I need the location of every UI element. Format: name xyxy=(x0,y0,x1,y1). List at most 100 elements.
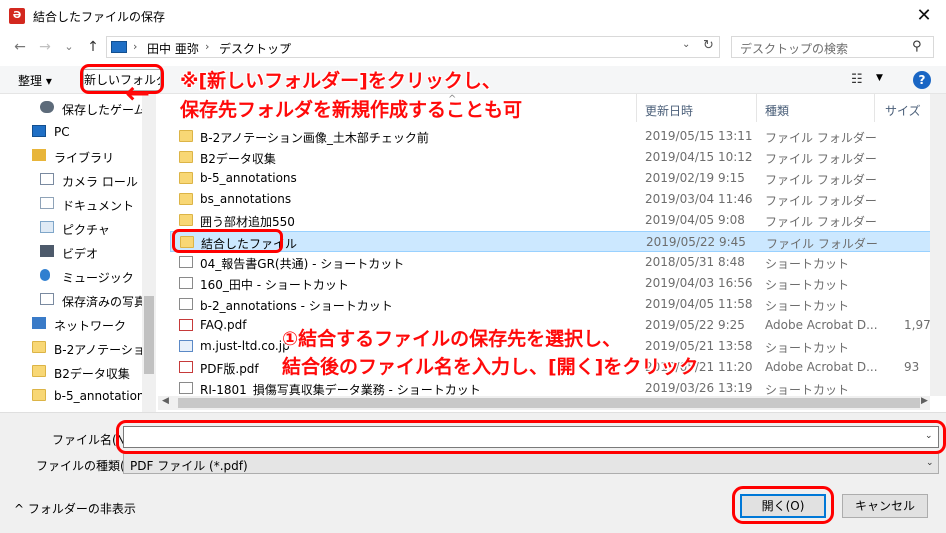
annotation-ring-selected-folder xyxy=(172,229,283,253)
file-type: ファイル フォルダー xyxy=(766,237,878,251)
sidebar-item-label: ビデオ xyxy=(62,247,99,261)
folder-icon xyxy=(179,193,193,205)
sidebar-item-label: B2データ収集 xyxy=(54,367,130,381)
hide-folders-toggle[interactable]: ^ フォルダーの非表示 xyxy=(14,500,136,517)
file-name: 04_報告書GR(共通) - ショートカット xyxy=(200,257,405,271)
file-row[interactable]: 結合したファイル 2019/05/22 9:45 ファイル フォルダー xyxy=(170,231,946,252)
sidebar-item-documents[interactable]: ドキュメント xyxy=(0,192,145,216)
scroll-left-icon[interactable]: ◀ xyxy=(162,396,169,406)
title-bar: Ə 結合したファイルの保存 ✕ xyxy=(0,0,946,32)
sidebar-item-library[interactable]: ライブラリ xyxy=(0,144,145,168)
navigation-scrollbar-thumb[interactable] xyxy=(144,296,154,374)
shortcut-icon xyxy=(179,382,193,394)
back-arrow-icon[interactable]: ← xyxy=(11,38,29,56)
videos-icon xyxy=(40,245,54,257)
file-date: 2019/02/19 9:15 xyxy=(645,171,745,185)
column-header-date[interactable]: 更新日時 xyxy=(645,102,693,119)
folder-icon xyxy=(179,172,193,184)
file-type: ショートカット xyxy=(765,341,850,355)
sidebar-item-label: ピクチャ xyxy=(62,223,110,237)
sidebar-item-pc[interactable]: PC xyxy=(0,120,145,144)
sidebar-item-videos[interactable]: ビデオ xyxy=(0,240,145,264)
shortcut-icon xyxy=(179,277,193,289)
help-icon[interactable]: ? xyxy=(913,71,931,89)
sidebar-item-camera-roll[interactable]: カメラ ロール xyxy=(0,168,145,192)
folder-icon xyxy=(179,130,193,142)
up-arrow-icon[interactable]: ↑ xyxy=(84,38,102,56)
filetype-dropdown-icon: ⌄ xyxy=(926,458,934,468)
sidebar-item-pictures[interactable]: ピクチャ xyxy=(0,216,145,240)
column-divider[interactable] xyxy=(874,94,875,122)
file-row[interactable]: 160_田中 - ショートカット 2019/04/03 16:56 ショートカット xyxy=(170,273,946,294)
view-options-icon[interactable]: ☷ xyxy=(851,72,863,87)
sidebar-item-label: ライブラリ xyxy=(54,151,115,165)
file-name: bs_annotations xyxy=(200,192,292,206)
file-name: B-2アノテーション画像_土木部チェック前 xyxy=(200,131,429,145)
window-title: 結合したファイルの保存 xyxy=(33,10,166,24)
column-divider[interactable] xyxy=(636,94,637,122)
file-date: 2018/05/31 8:48 xyxy=(645,255,745,269)
search-input[interactable]: デスクトップの検索 ⚲ xyxy=(731,36,934,58)
sidebar-item-folder[interactable]: B-2アノテーション画 xyxy=(0,336,145,360)
sidebar-item-label: PC xyxy=(54,125,70,139)
file-date: 2019/04/03 16:56 xyxy=(645,276,753,290)
folder-icon xyxy=(32,341,46,353)
file-row[interactable]: B-2アノテーション画像_土木部チェック前 2019/05/15 13:11 ファイ… xyxy=(170,126,946,147)
annotation-arrow-icon: ← xyxy=(125,76,151,111)
file-date: 2019/04/15 10:12 xyxy=(645,150,753,164)
breadcrumb-desktop[interactable]: デスクトップ xyxy=(219,40,291,57)
file-row[interactable]: 04_報告書GR(共通) - ショートカット 2018/05/31 8:48 ショー… xyxy=(170,252,946,273)
forward-arrow-icon[interactable]: → xyxy=(36,38,54,56)
filetype-select[interactable]: PDF ファイル (*.pdf) ⌄ xyxy=(123,453,939,474)
sidebar-item-network[interactable]: ネットワーク xyxy=(0,312,145,336)
column-divider[interactable] xyxy=(756,94,757,122)
recent-locations-icon[interactable]: ⌄ xyxy=(60,38,78,56)
sidebar-item-folder[interactable]: B2データ収集 xyxy=(0,360,145,384)
file-name: 160_田中 - ショートカット xyxy=(200,278,349,292)
file-row[interactable]: 囲う部材追加550 2019/04/05 9:08 ファイル フォルダー xyxy=(170,210,946,231)
documents-icon xyxy=(40,197,54,209)
organize-menu[interactable]: 整理 ▾ xyxy=(18,72,52,89)
sidebar-item-saved-games[interactable]: 保存したゲーム xyxy=(0,96,145,120)
file-type: ショートカット xyxy=(765,299,850,313)
sidebar-item-label: ミュージック xyxy=(62,271,134,285)
column-header-type[interactable]: 種類 xyxy=(765,102,789,119)
pc-icon xyxy=(32,125,46,137)
refresh-icon[interactable]: ↻ xyxy=(703,38,719,53)
file-date: 2019/05/22 9:45 xyxy=(646,235,746,249)
folder-icon xyxy=(32,389,46,401)
sidebar-item-label: ネットワーク xyxy=(54,319,127,333)
file-size: 93 xyxy=(904,360,920,374)
address-dropdown-icon[interactable]: ⌄ xyxy=(682,39,690,50)
navigation-pane: 保存したゲーム PC ライブラリ カメラ ロール ドキュメント ピクチャ ビデオ… xyxy=(0,94,156,412)
cancel-button[interactable]: キャンセル xyxy=(842,494,928,518)
folder-icon xyxy=(179,214,193,226)
scroll-right-icon[interactable]: ▶ xyxy=(921,396,928,406)
sidebar-item-music[interactable]: ミュージック xyxy=(0,264,145,288)
address-bar[interactable]: › 田中 亜弥 › デスクトップ › ⌄ ↻ xyxy=(106,36,720,58)
view-dropdown-icon[interactable]: ▼ xyxy=(876,73,883,83)
annotation-step-line2: 結合後のファイル名を入力し、[開く]をクリック xyxy=(282,356,699,378)
file-type: ファイル フォルダー xyxy=(765,215,877,229)
file-list-vertical-scrollbar[interactable] xyxy=(930,94,946,396)
file-type: Adobe Acrobat D... xyxy=(765,360,877,374)
file-date: 2019/05/22 9:25 xyxy=(645,318,745,332)
horizontal-scrollbar-thumb[interactable] xyxy=(178,398,920,408)
folder-icon xyxy=(179,151,193,163)
file-row[interactable]: bs_annotations 2019/03/04 11:46 ファイル フォルダー xyxy=(170,189,946,210)
annotation-step-line1: ①結合するファイルの保存先を選択し、 xyxy=(282,328,622,350)
sidebar-item-folder[interactable]: b-5_annotations xyxy=(0,384,145,408)
close-button[interactable]: ✕ xyxy=(906,2,942,30)
shortcut-icon xyxy=(179,256,193,268)
column-header-size[interactable]: サイズ xyxy=(885,102,921,119)
pictures-icon xyxy=(40,221,54,233)
file-row[interactable]: B2データ収集 2019/04/15 10:12 ファイル フォルダー xyxy=(170,147,946,168)
file-row[interactable]: b-2_annotations - ショートカット 2019/04/05 11:5… xyxy=(170,294,946,315)
file-row[interactable]: b-5_annotations 2019/02/19 9:15 ファイル フォルダー xyxy=(170,168,946,189)
file-type: ファイル フォルダー xyxy=(765,173,877,187)
network-icon xyxy=(32,317,46,329)
breadcrumb-user[interactable]: 田中 亜弥 xyxy=(147,40,199,57)
sidebar-item-saved-pictures[interactable]: 保存済みの写真 xyxy=(0,288,145,312)
file-name: FAQ.pdf xyxy=(200,318,247,332)
file-name: B2データ収集 xyxy=(200,152,276,166)
